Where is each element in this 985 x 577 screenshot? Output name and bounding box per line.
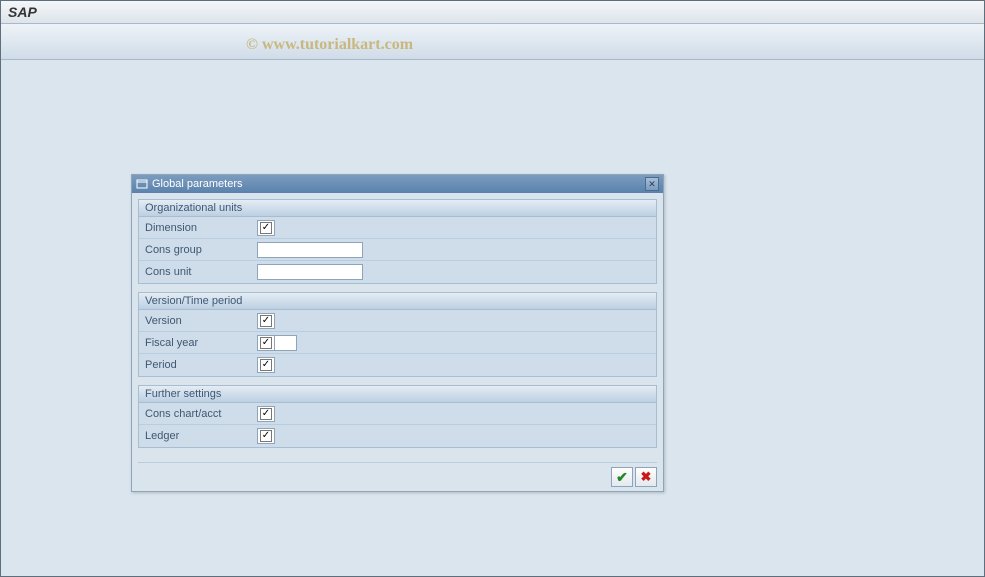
app-title: SAP: [8, 4, 37, 20]
group-header-version: Version/Time period: [139, 293, 656, 310]
fiscal-year-extra-field[interactable]: [275, 335, 297, 351]
dialog-footer: ✔ ✖: [132, 465, 663, 491]
period-checkbox[interactable]: ✓: [257, 357, 275, 373]
check-icon: ✔: [616, 469, 628, 486]
check-icon: ✓: [260, 222, 272, 234]
top-bar: SAP: [0, 0, 985, 24]
label-ledger: Ledger: [139, 430, 257, 442]
group-further-settings: Further settings Cons chart/acct ✓ Ledge…: [138, 385, 657, 448]
row-cons-chart: Cons chart/acct ✓: [139, 403, 656, 425]
dialog-icon: [136, 178, 148, 190]
row-version: Version ✓: [139, 310, 656, 332]
cons-chart-checkbox[interactable]: ✓: [257, 406, 275, 422]
check-icon: ✓: [260, 408, 272, 420]
group-version-time: Version/Time period Version ✓ Fiscal yea…: [138, 292, 657, 377]
row-ledger: Ledger ✓: [139, 425, 656, 447]
group-header-further: Further settings: [139, 386, 656, 403]
cancel-button[interactable]: ✖: [635, 467, 657, 487]
row-period: Period ✓: [139, 354, 656, 376]
dialog-body: Organizational units Dimension ✓ Cons gr…: [132, 193, 663, 462]
row-cons-unit: Cons unit: [139, 261, 656, 283]
row-dimension: Dimension ✓: [139, 217, 656, 239]
global-parameters-dialog: Global parameters ✕ Organizational units…: [131, 174, 664, 492]
row-fiscal-year: Fiscal year ✓: [139, 332, 656, 354]
cons-unit-input[interactable]: [257, 264, 363, 280]
close-icon: ✕: [648, 179, 656, 190]
dimension-checkbox[interactable]: ✓: [257, 220, 275, 236]
row-cons-group: Cons group: [139, 239, 656, 261]
label-dimension: Dimension: [139, 222, 257, 234]
ribbon-bar: [0, 24, 985, 60]
cancel-icon: ✖: [641, 469, 652, 485]
dialog-title: Global parameters: [152, 178, 645, 190]
label-cons-group: Cons group: [139, 244, 257, 256]
ok-button[interactable]: ✔: [611, 467, 633, 487]
label-cons-chart: Cons chart/acct: [139, 408, 257, 420]
ledger-checkbox[interactable]: ✓: [257, 428, 275, 444]
close-button[interactable]: ✕: [645, 177, 659, 191]
check-icon: ✓: [260, 315, 272, 327]
cons-group-input[interactable]: [257, 242, 363, 258]
check-icon: ✓: [260, 359, 272, 371]
dialog-title-bar: Global parameters ✕: [132, 175, 663, 193]
label-period: Period: [139, 359, 257, 371]
label-cons-unit: Cons unit: [139, 266, 257, 278]
check-icon: ✓: [260, 337, 272, 349]
fiscal-year-checkbox[interactable]: ✓: [257, 335, 275, 351]
label-fiscal-year: Fiscal year: [139, 337, 257, 349]
version-checkbox[interactable]: ✓: [257, 313, 275, 329]
label-version: Version: [139, 315, 257, 327]
group-header-org: Organizational units: [139, 200, 656, 217]
check-icon: ✓: [260, 430, 272, 442]
group-organizational-units: Organizational units Dimension ✓ Cons gr…: [138, 199, 657, 284]
